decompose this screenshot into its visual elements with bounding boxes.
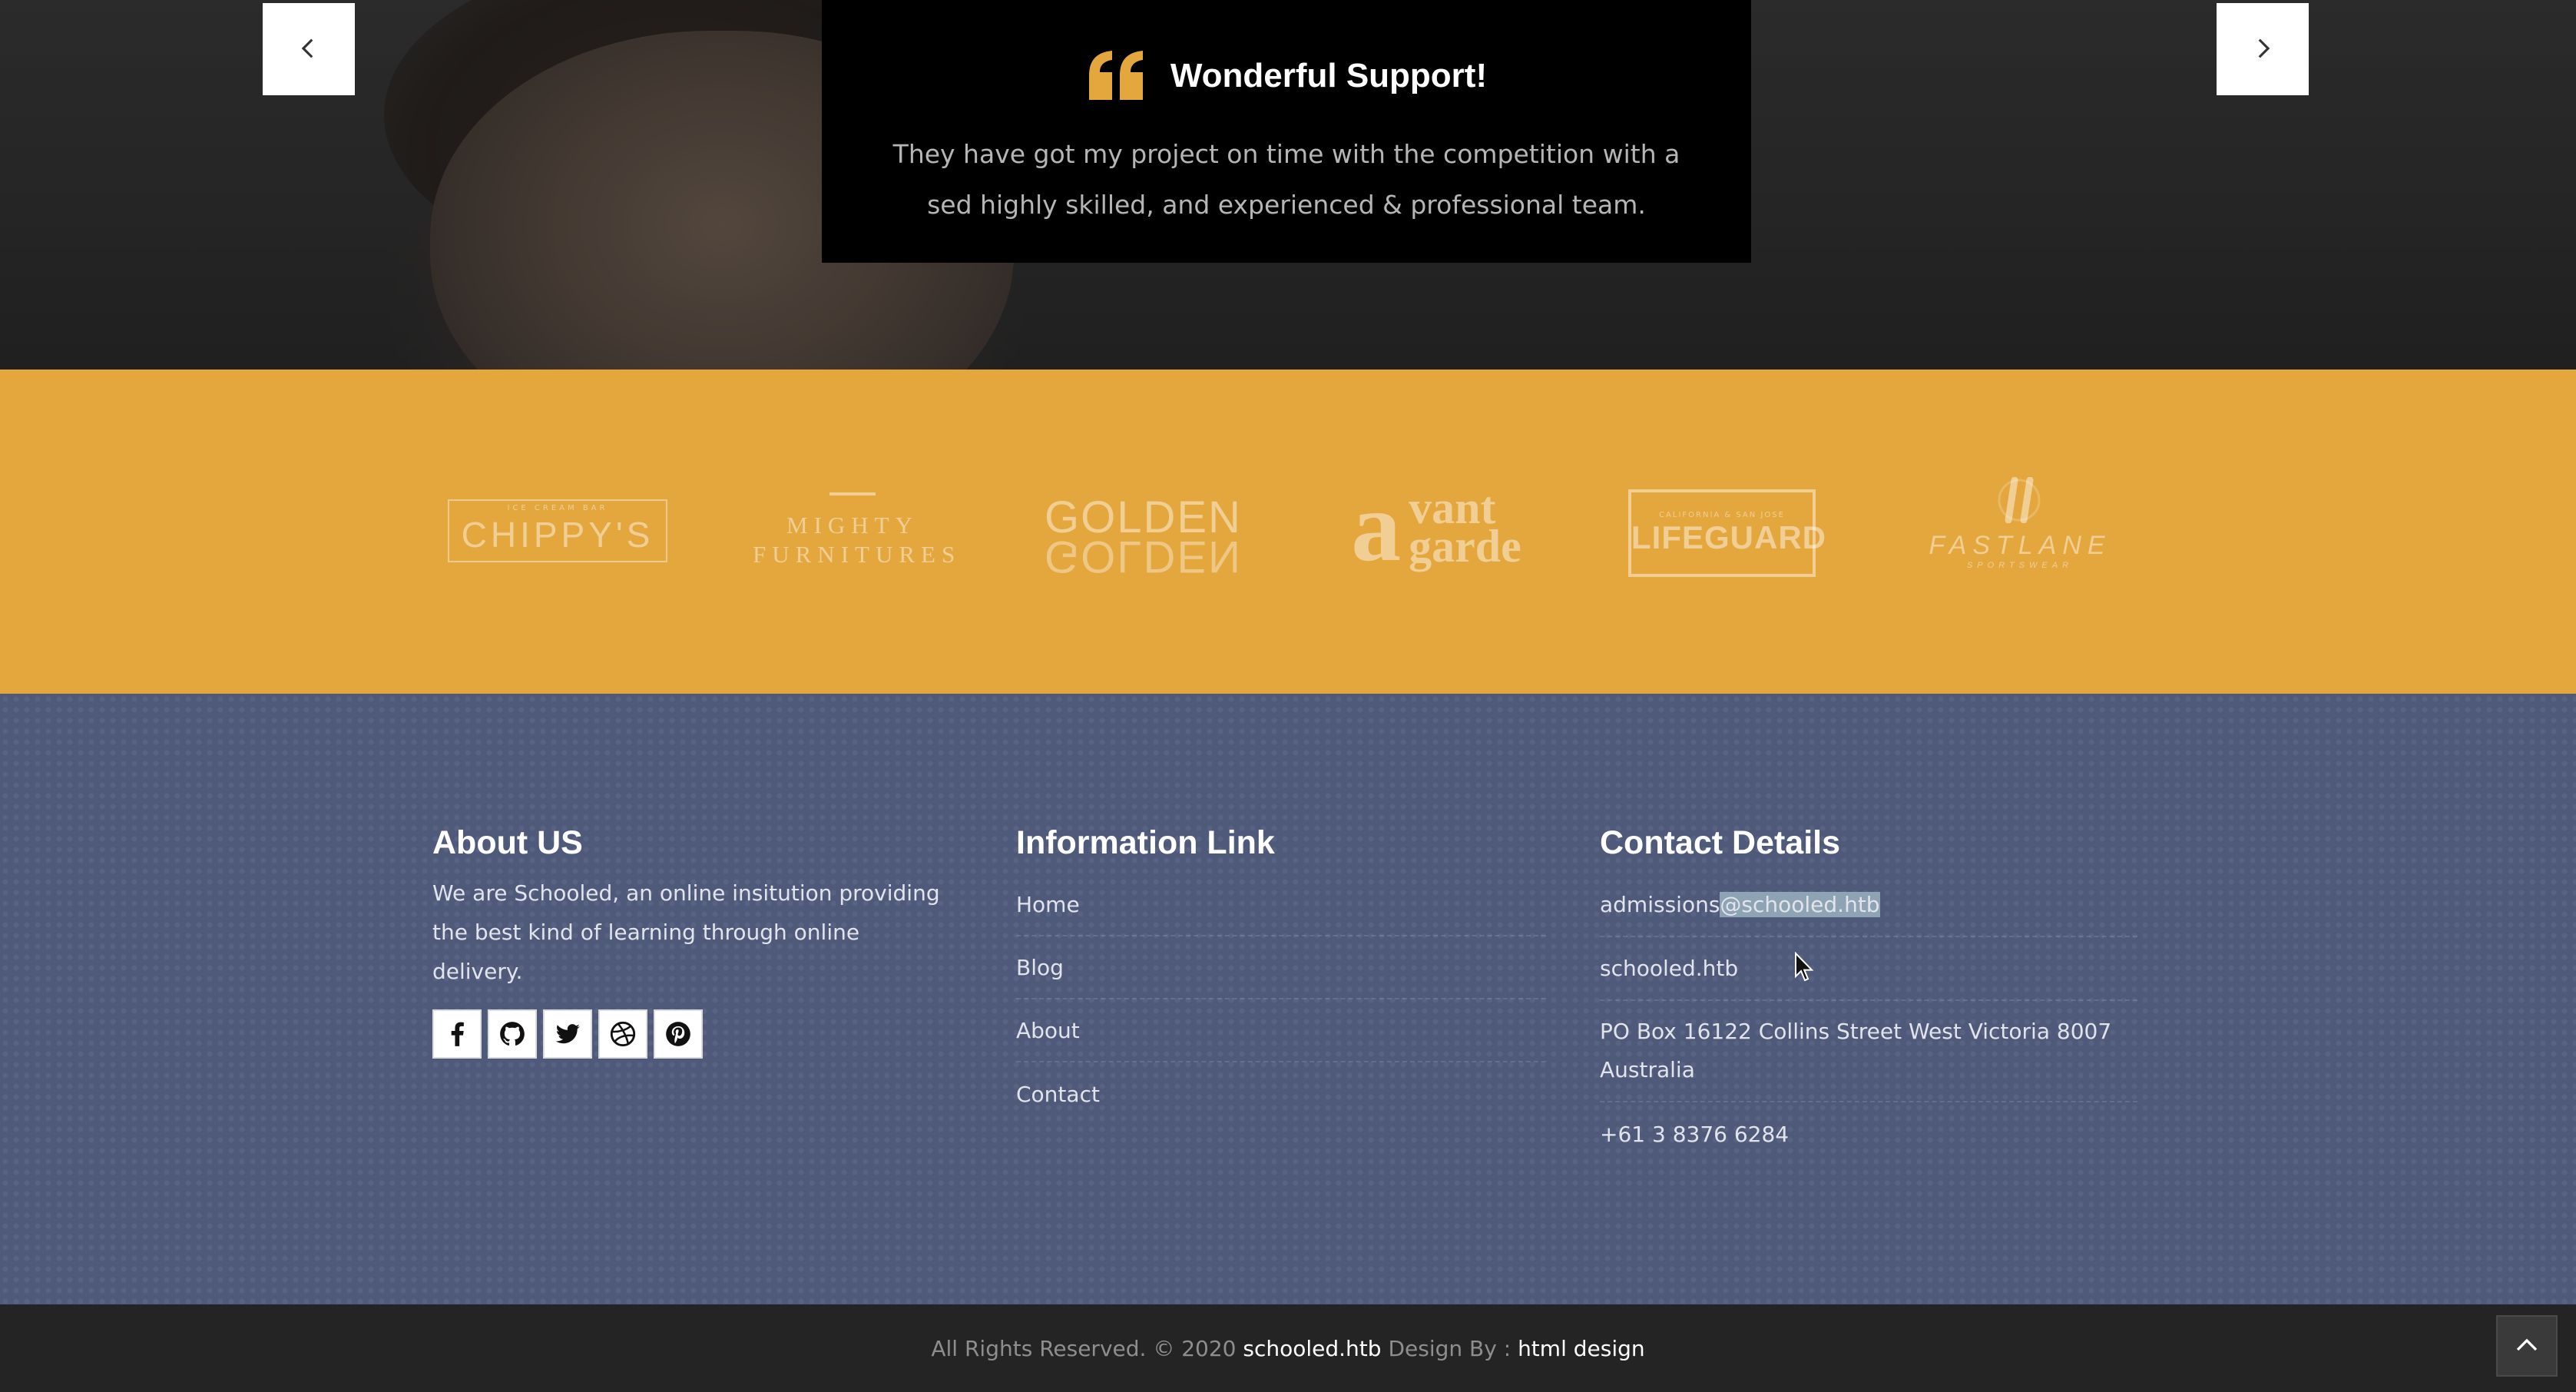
logo-fastlane: FASTLANE SPORTSWEAR bbox=[1928, 477, 2112, 570]
chevron-up-icon bbox=[2513, 1331, 2541, 1361]
facebook-button[interactable] bbox=[432, 1009, 482, 1059]
copyright-bar: All Rights Reserved. © 2020 schooled.htb… bbox=[0, 1304, 2576, 1392]
contact-phone: +61 3 8376 6284 bbox=[1600, 1122, 1790, 1147]
logo-golden: GOLDEN GOLDEN bbox=[1045, 492, 1242, 582]
contact-website-link[interactable]: schooled.htb bbox=[1600, 956, 1738, 981]
copyright-site-link[interactable]: schooled.htb bbox=[1243, 1336, 1381, 1361]
contact-email-item: admissions@schooled.htb bbox=[1600, 873, 2137, 937]
github-icon bbox=[498, 1019, 527, 1049]
twitter-icon bbox=[553, 1019, 582, 1049]
footer-link-item: Home bbox=[1016, 873, 1546, 936]
contact-details-list: admissions@schooled.htb schooled.htb PO … bbox=[1600, 873, 2137, 1166]
email-domain-selected: @schooled.htb bbox=[1720, 892, 1880, 917]
site-footer: About US We are Schooled, an online insi… bbox=[0, 694, 2576, 1304]
testimonial-section: Wonderful Support! They have got my proj… bbox=[0, 0, 2576, 370]
dribbble-button[interactable] bbox=[598, 1009, 647, 1059]
mouse-cursor-icon bbox=[1794, 951, 1816, 983]
footer-link-item: Blog bbox=[1016, 936, 1546, 999]
quote-icon bbox=[1086, 49, 1147, 103]
contact-details-heading: Contact Details bbox=[1600, 824, 1841, 861]
footer-contact-column: Contact Details admissions@schooled.htb … bbox=[1600, 824, 2137, 1166]
contact-address-item: PO Box 16122 Collins Street West Victori… bbox=[1600, 1001, 2137, 1102]
pinterest-button[interactable] bbox=[654, 1009, 703, 1059]
footer-link-item: Contact bbox=[1016, 1062, 1546, 1125]
about-text: We are Schooled, an online insitution pr… bbox=[432, 880, 940, 984]
contact-address: PO Box 16122 Collins Street West Victori… bbox=[1600, 1019, 2112, 1082]
footer-link-item: About bbox=[1016, 999, 1546, 1062]
contact-phone-item: +61 3 8376 6284 bbox=[1600, 1102, 2137, 1166]
partner-logos-band: ICE CREAM BAR CHIPPY'S MIGHTY FURNITURES… bbox=[0, 370, 2576, 694]
testimonial-text: They have got my project on time with th… bbox=[892, 139, 1680, 220]
testimonial-title: Wonderful Support! bbox=[1170, 57, 1488, 94]
about-heading: About US bbox=[432, 824, 583, 861]
footer-link-contact[interactable]: Contact bbox=[1016, 1082, 1100, 1107]
social-links bbox=[432, 1009, 955, 1059]
logo-vant-garde: a vant garde bbox=[1351, 472, 1521, 582]
information-link-heading: Information Link bbox=[1016, 824, 1275, 861]
information-links-list: Home Blog About Contact bbox=[1016, 873, 1546, 1125]
contact-website-item: schooled.htb bbox=[1600, 937, 2137, 1001]
chevron-left-icon bbox=[296, 35, 322, 64]
copyright-text: All Rights Reserved. © 2020 bbox=[931, 1335, 1237, 1361]
footer-links-column: Information Link Home Blog About Contact bbox=[1016, 824, 1546, 1125]
footer-about-column: About US We are Schooled, an online insi… bbox=[432, 824, 955, 1059]
carousel-next-button[interactable] bbox=[2217, 3, 2309, 95]
scroll-to-top-button[interactable] bbox=[2496, 1315, 2558, 1377]
logo-mighty-furnitures: MIGHTY FURNITURES bbox=[753, 492, 955, 569]
email-user: admissions bbox=[1600, 892, 1720, 917]
github-button[interactable] bbox=[488, 1009, 537, 1059]
carousel-prev-button[interactable] bbox=[263, 3, 355, 95]
contact-email-link[interactable]: admissions@schooled.htb bbox=[1600, 892, 1880, 917]
logo-chippys: ICE CREAM BAR CHIPPY'S bbox=[448, 499, 667, 562]
twitter-button[interactable] bbox=[543, 1009, 592, 1059]
pinterest-icon bbox=[664, 1019, 693, 1049]
facebook-icon bbox=[442, 1019, 472, 1049]
fastlane-mark-icon bbox=[1928, 477, 2112, 523]
design-by-label: Design By : bbox=[1388, 1335, 1511, 1361]
designer-link[interactable]: html design bbox=[1518, 1336, 1645, 1361]
footer-link-home[interactable]: Home bbox=[1016, 892, 1080, 917]
footer-link-about[interactable]: About bbox=[1016, 1018, 1080, 1043]
logo-lifeguard: CALIFORNIA & SAN JOSE LIFEGUARD bbox=[1628, 489, 1826, 577]
dribbble-icon bbox=[608, 1019, 637, 1049]
testimonial-card: Wonderful Support! They have got my proj… bbox=[822, 0, 1751, 263]
chevron-right-icon bbox=[2250, 35, 2276, 64]
footer-link-blog[interactable]: Blog bbox=[1016, 955, 1064, 980]
